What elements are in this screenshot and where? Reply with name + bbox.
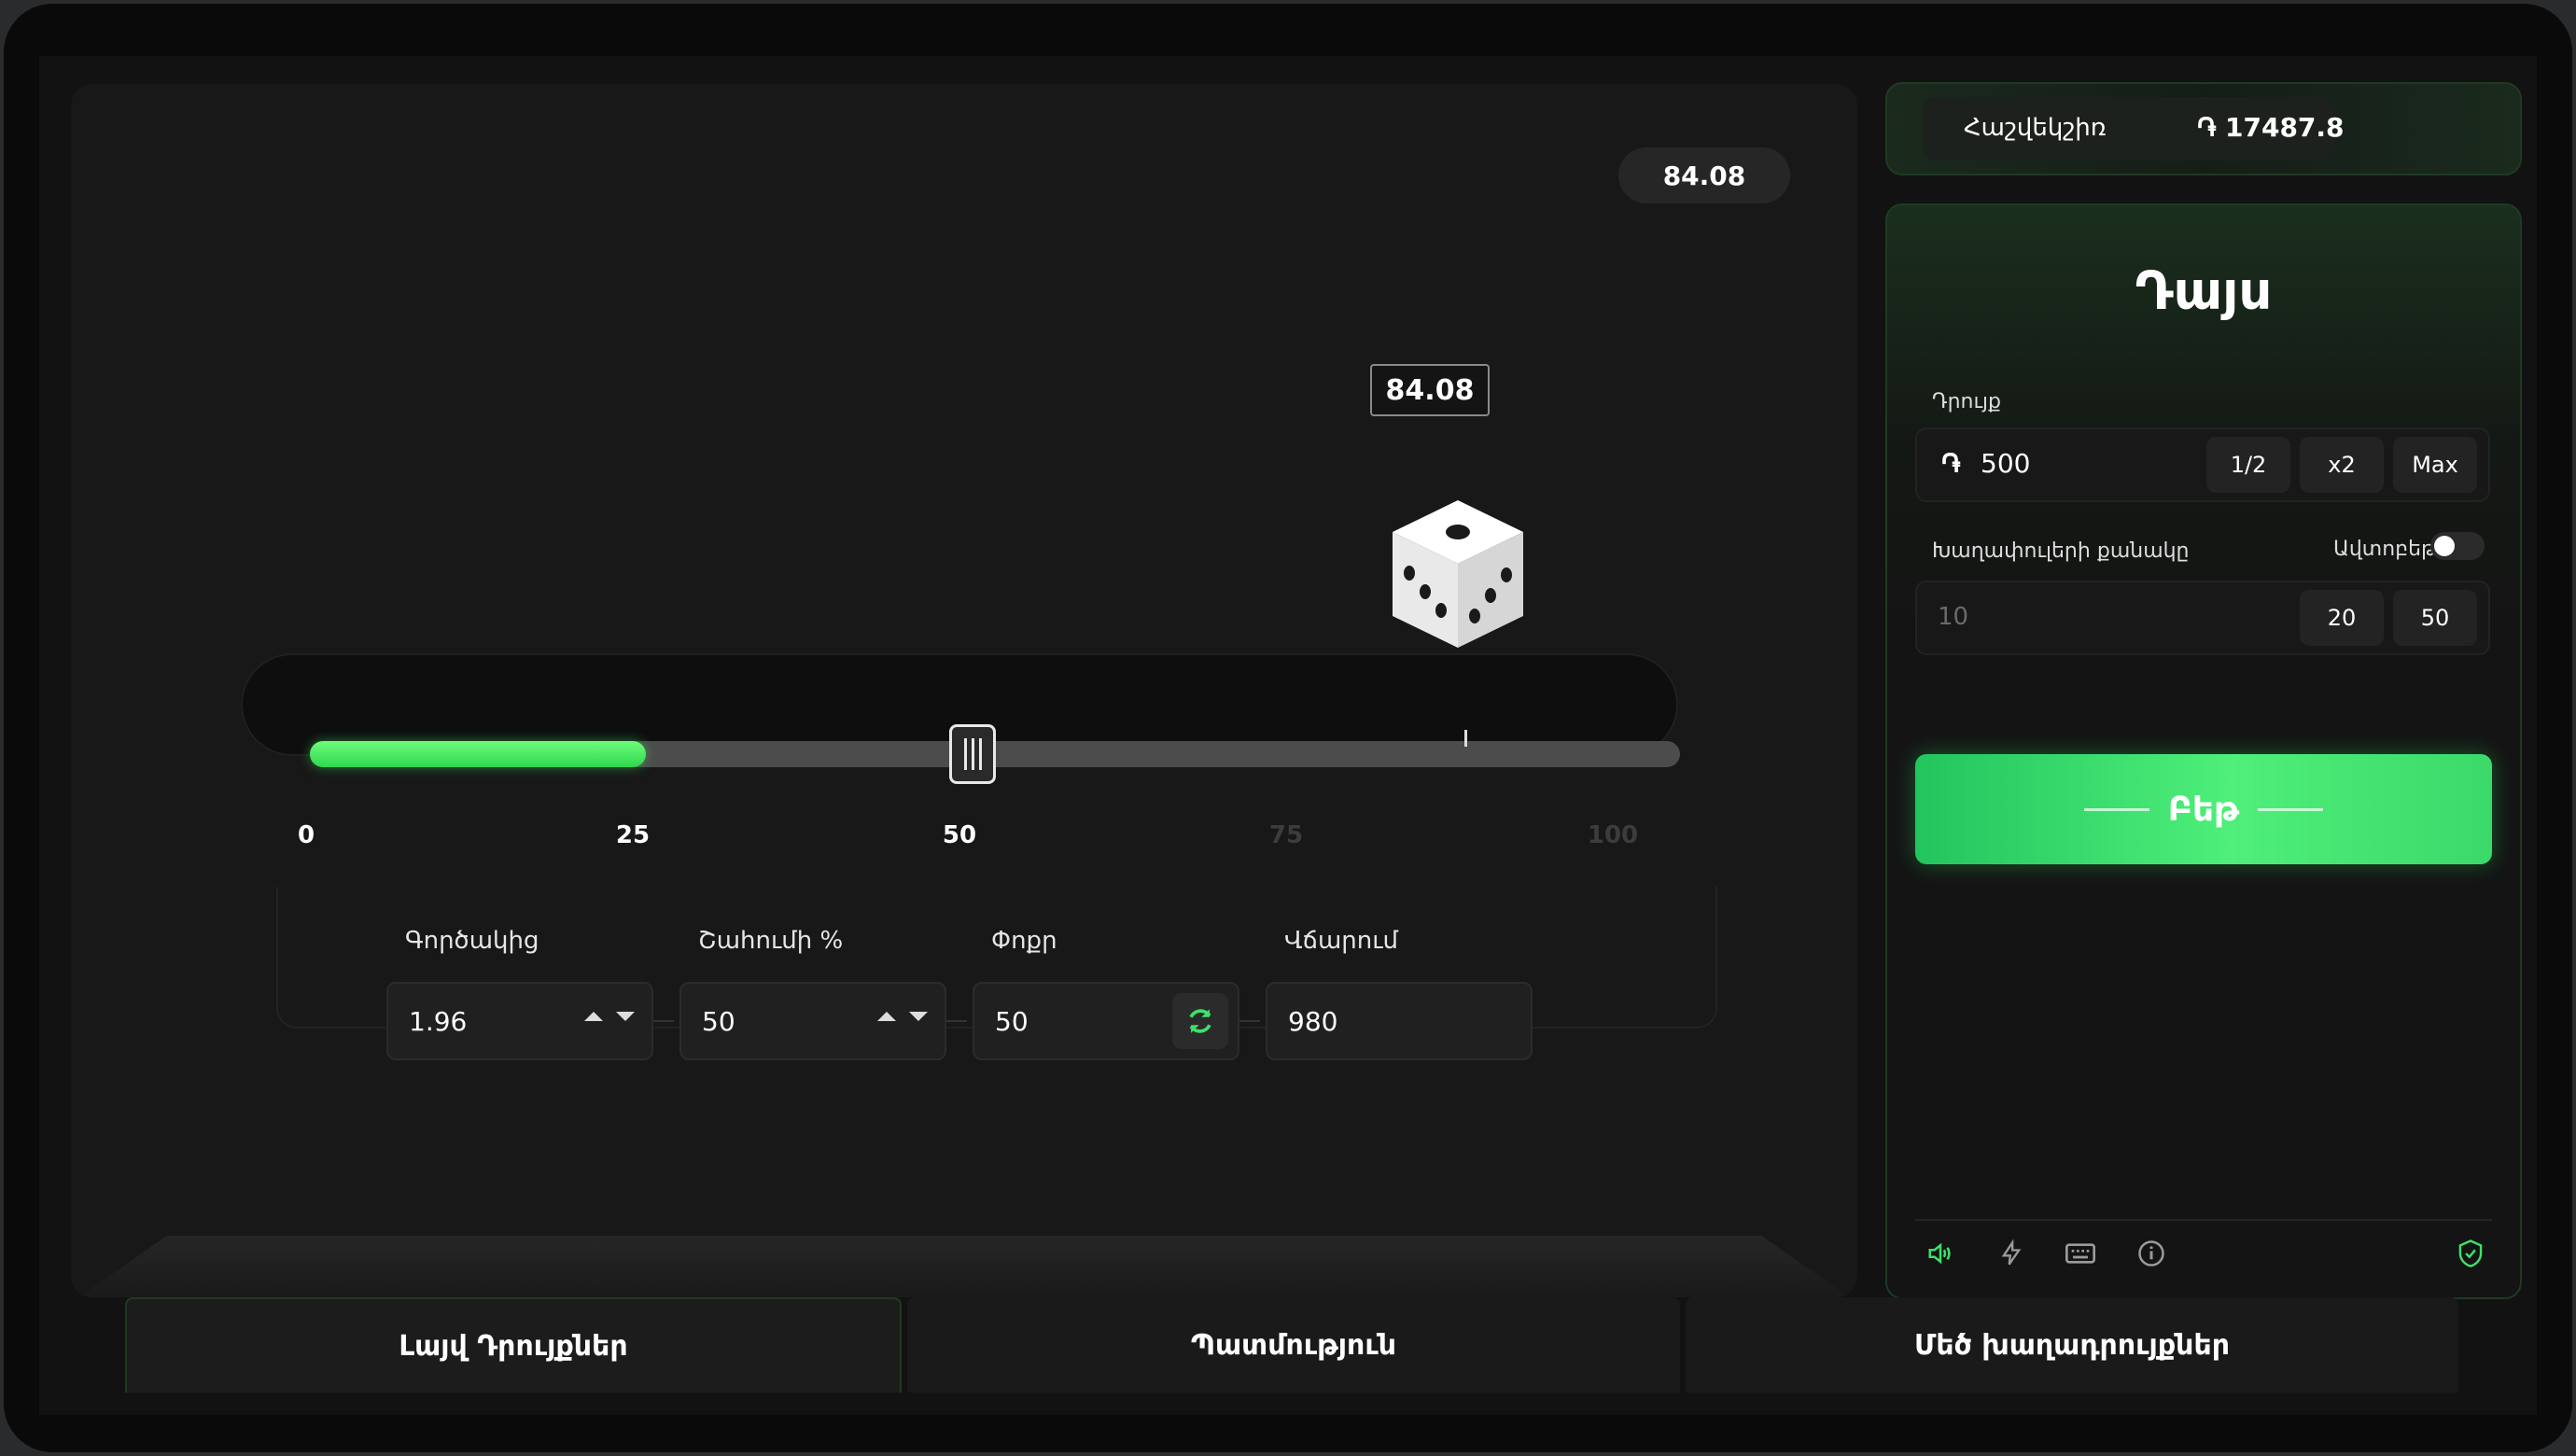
win-chance-up-icon[interactable] <box>877 1012 896 1021</box>
roll-under-input[interactable]: 50 <box>973 982 1239 1060</box>
info-icon[interactable] <box>2135 1238 2167 1269</box>
rounds-field[interactable]: 10 20 50 <box>1915 581 2490 655</box>
multiplier-input[interactable]: 1.96 <box>386 982 653 1060</box>
connector <box>946 1020 967 1022</box>
decor-line <box>2258 807 2324 811</box>
roll-under-value: 50 <box>995 1005 1029 1037</box>
slider-tick-0: 0 <box>297 821 315 849</box>
slider-tick-25: 25 <box>615 821 651 849</box>
currency-icon: ֏ <box>2197 112 2217 143</box>
multiplier-down-icon[interactable] <box>616 1012 635 1021</box>
game-floor <box>78 1236 1850 1297</box>
tab-high-rollers[interactable]: Մեծ խաղադրույքներ <box>1686 1297 2458 1393</box>
autobet-label: Ավտոբեթ <box>2333 538 2437 561</box>
app-screen: 84.08 84.08 0 25 50 75 100 Գործակից Շահո… <box>39 56 2537 1415</box>
connector <box>653 1020 674 1022</box>
slider-handle[interactable] <box>949 724 996 784</box>
win-chance-label: Շահումի % <box>698 927 844 955</box>
bet-amount-field[interactable]: ֏ 500 1/2 x2 Max <box>1915 427 2490 502</box>
slider-fill <box>310 741 646 767</box>
win-chance-down-icon[interactable] <box>909 1012 928 1021</box>
connector <box>1239 1020 1260 1022</box>
double-bet-button[interactable]: x2 <box>2300 437 2384 493</box>
bet-amount-value: 500 <box>1981 448 2031 479</box>
slider-tick-75: 75 <box>1268 821 1304 849</box>
half-bet-button[interactable]: 1/2 <box>2206 437 2290 493</box>
autobet-toggle[interactable] <box>2430 532 2485 560</box>
multiplier-label: Գործակից <box>405 927 539 955</box>
rounds-option-50[interactable]: 50 <box>2393 590 2477 646</box>
payout-label: Վճարում <box>1284 927 1399 955</box>
bet-button[interactable]: Բեթ <box>1915 754 2492 864</box>
dice-icon <box>1393 500 1523 648</box>
balance-label: Հաշվեկշիռ <box>1964 114 2107 142</box>
fairness-shield-icon[interactable] <box>2455 1238 2486 1269</box>
roll-under-label: Փոքր <box>991 927 1057 955</box>
slider-tick-50: 50 <box>942 821 977 849</box>
balance-amount: 17487.8 <box>2225 112 2345 143</box>
bet-amount-label: Դրույք <box>1932 390 2001 413</box>
currency-icon: ֏ <box>1941 448 1961 479</box>
rounds-label: Խաղափուլերի քանակը <box>1932 539 2190 563</box>
multiplier-up-icon[interactable] <box>584 1012 603 1021</box>
balance-panel: Հաշվեկշիռ ֏ 17487.8 <box>1885 82 2522 175</box>
win-chance-input[interactable]: 50 <box>679 982 946 1060</box>
bet-button-label: Բեթ <box>2167 790 2240 829</box>
panel-divider <box>1915 1219 2492 1221</box>
result-marker <box>1464 730 1468 747</box>
last-result-badge[interactable]: 84.08 <box>1618 147 1790 203</box>
multiplier-value: 1.96 <box>409 1005 468 1037</box>
slider-tick-100: 100 <box>1587 821 1639 849</box>
tab-live-bets[interactable]: Լայվ Դրույքներ <box>125 1297 902 1393</box>
sound-icon[interactable] <box>1925 1238 1956 1269</box>
game-title: Դայս <box>2135 261 2273 322</box>
payout-input[interactable]: 980 <box>1266 982 1533 1060</box>
keyboard-icon[interactable] <box>2065 1238 2096 1269</box>
refresh-icon <box>1189 1009 1211 1033</box>
device-frame: 84.08 84.08 0 25 50 75 100 Գործակից Շահո… <box>4 4 2572 1452</box>
decor-line <box>2083 807 2149 811</box>
win-chance-value: 50 <box>702 1005 735 1037</box>
max-bet-button[interactable]: Max <box>2393 437 2477 493</box>
lightning-icon[interactable] <box>1995 1238 2027 1269</box>
balance-box: Հաշվեկշիռ ֏ 17487.8 <box>1923 97 2345 161</box>
bet-panel: Դայս Դրույք ֏ 500 1/2 x2 Max Խաղափուլերի… <box>1885 203 2522 1299</box>
payout-value: 980 <box>1288 1005 1338 1037</box>
rounds-placeholder: 10 <box>1938 603 1969 631</box>
bottom-tabs: Լայվ Դրույքներ Պատմություն Մեծ խաղադրույ… <box>125 1297 2458 1393</box>
tab-history[interactable]: Պատմություն <box>907 1297 1680 1393</box>
rounds-option-20[interactable]: 20 <box>2300 590 2384 646</box>
dice-result-label: 84.08 <box>1370 364 1490 416</box>
swap-button[interactable] <box>1172 993 1228 1049</box>
